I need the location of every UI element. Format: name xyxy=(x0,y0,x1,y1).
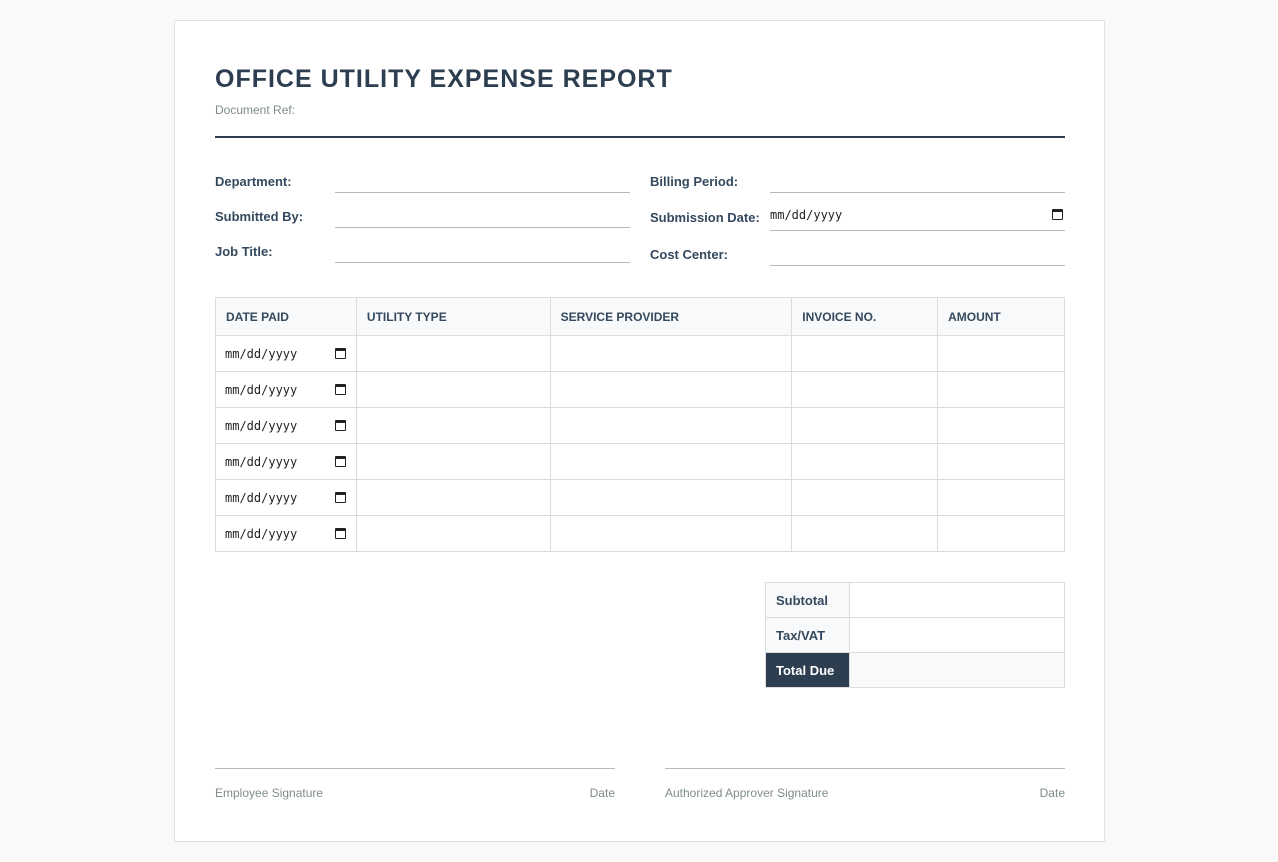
column-header-service-provider: SERVICE PROVIDER xyxy=(549,297,793,336)
cost-center-field[interactable] xyxy=(770,242,1065,266)
job-title-label: Job Title: xyxy=(215,244,273,259)
column-header-date-paid: DATE PAID xyxy=(215,297,357,336)
cost-center-label: Cost Center: xyxy=(650,247,729,262)
expense-table: DATE PAID UTILITY TYPE SERVICE PROVIDER … xyxy=(215,297,1065,552)
table-row: mm/dd/yyyy xyxy=(215,407,1065,444)
date-placeholder: mm/dd/yyyy xyxy=(225,454,298,469)
date-paid-cell[interactable]: mm/dd/yyyy xyxy=(215,407,357,444)
utility-type-cell[interactable] xyxy=(355,515,551,552)
invoice-no-cell[interactable] xyxy=(791,371,939,408)
amount-cell[interactable] xyxy=(937,515,1065,552)
amount-cell[interactable] xyxy=(937,407,1065,444)
amount-cell[interactable] xyxy=(937,479,1065,516)
employee-signature-block: Employee Signature Date xyxy=(215,768,615,800)
column-header-amount: AMOUNT xyxy=(937,297,1065,336)
table-row: mm/dd/yyyy xyxy=(215,479,1065,516)
approver-signature-block: Authorized Approver Signature Date xyxy=(665,768,1065,800)
amount-cell[interactable] xyxy=(937,371,1065,408)
date-placeholder: mm/dd/yyyy xyxy=(225,382,298,397)
document-ref-label: Document Ref: xyxy=(215,103,296,117)
department-field[interactable] xyxy=(335,169,630,193)
amount-cell[interactable] xyxy=(937,443,1065,480)
table-header-row: DATE PAID UTILITY TYPE SERVICE PROVIDER … xyxy=(215,297,1065,336)
invoice-no-cell[interactable] xyxy=(791,479,939,516)
submission-date-input[interactable]: mm/dd/yyyy xyxy=(770,201,1065,231)
total-due-row: Total Due xyxy=(765,652,1065,688)
calendar-icon[interactable] xyxy=(334,456,346,467)
utility-type-cell[interactable] xyxy=(355,371,551,408)
service-provider-cell[interactable] xyxy=(549,335,793,372)
invoice-no-cell[interactable] xyxy=(791,335,939,372)
employee-signature-label: Employee Signature xyxy=(215,786,324,800)
total-due-value[interactable] xyxy=(849,652,1065,688)
submission-date-label: Submission Date: xyxy=(650,210,760,225)
utility-type-cell[interactable] xyxy=(355,335,551,372)
service-provider-cell[interactable] xyxy=(549,515,793,552)
billing-period-label: Billing Period: xyxy=(650,174,739,189)
date-placeholder: mm/dd/yyyy xyxy=(225,490,298,505)
table-row: mm/dd/yyyy xyxy=(215,335,1065,372)
subtotal-label: Subtotal xyxy=(765,582,850,618)
department-label: Department: xyxy=(215,174,292,189)
service-provider-cell[interactable] xyxy=(549,407,793,444)
total-due-label: Total Due xyxy=(765,652,850,688)
submitted-by-label: Submitted By: xyxy=(215,209,304,224)
invoice-no-cell[interactable] xyxy=(791,443,939,480)
subtotal-value[interactable] xyxy=(849,582,1065,618)
report-page: OFFICE UTILITY EXPENSE REPORT Document R… xyxy=(174,20,1105,842)
tax-row: Tax/VAT xyxy=(765,617,1065,653)
column-header-invoice-no: INVOICE NO. xyxy=(791,297,939,336)
date-placeholder: mm/dd/yyyy xyxy=(225,418,298,433)
calendar-icon[interactable] xyxy=(334,420,346,431)
tax-value[interactable] xyxy=(849,617,1065,653)
utility-type-cell[interactable] xyxy=(355,479,551,516)
service-provider-cell[interactable] xyxy=(549,443,793,480)
utility-type-cell[interactable] xyxy=(355,443,551,480)
date-paid-cell[interactable]: mm/dd/yyyy xyxy=(215,479,357,516)
approver-signature-line[interactable] xyxy=(665,768,1065,769)
page-title: OFFICE UTILITY EXPENSE REPORT xyxy=(215,65,673,93)
table-row: mm/dd/yyyy xyxy=(215,443,1065,480)
calendar-icon[interactable] xyxy=(334,492,346,503)
employee-signature-line[interactable] xyxy=(215,768,615,769)
approver-date-label: Date xyxy=(1039,786,1065,800)
submitted-by-field[interactable] xyxy=(335,204,630,228)
billing-period-field[interactable] xyxy=(770,169,1065,193)
calendar-icon[interactable] xyxy=(1052,209,1063,220)
calendar-icon[interactable] xyxy=(334,384,346,395)
invoice-no-cell[interactable] xyxy=(791,515,939,552)
submission-date-placeholder: mm/dd/yyyy xyxy=(770,207,843,222)
amount-cell[interactable] xyxy=(937,335,1065,372)
date-paid-cell[interactable]: mm/dd/yyyy xyxy=(215,443,357,480)
job-title-field[interactable] xyxy=(335,239,630,263)
invoice-no-cell[interactable] xyxy=(791,407,939,444)
service-provider-cell[interactable] xyxy=(549,371,793,408)
tax-label: Tax/VAT xyxy=(765,617,850,653)
table-row: mm/dd/yyyy xyxy=(215,371,1065,408)
column-header-utility-type: UTILITY TYPE xyxy=(355,297,551,336)
utility-type-cell[interactable] xyxy=(355,407,551,444)
subtotal-row: Subtotal xyxy=(765,582,1065,618)
approver-signature-label: Authorized Approver Signature xyxy=(665,786,829,800)
service-provider-cell[interactable] xyxy=(549,479,793,516)
calendar-icon[interactable] xyxy=(334,528,346,539)
date-placeholder: mm/dd/yyyy xyxy=(225,346,298,361)
table-row: mm/dd/yyyy xyxy=(215,515,1065,552)
date-paid-cell[interactable]: mm/dd/yyyy xyxy=(215,371,357,408)
calendar-icon[interactable] xyxy=(334,348,346,359)
date-paid-cell[interactable]: mm/dd/yyyy xyxy=(215,515,357,552)
totals-table: Subtotal Tax/VAT Total Due xyxy=(765,582,1065,688)
date-placeholder: mm/dd/yyyy xyxy=(225,526,298,541)
employee-date-label: Date xyxy=(589,786,615,800)
date-paid-cell[interactable]: mm/dd/yyyy xyxy=(215,335,357,372)
header-divider xyxy=(215,136,1065,138)
